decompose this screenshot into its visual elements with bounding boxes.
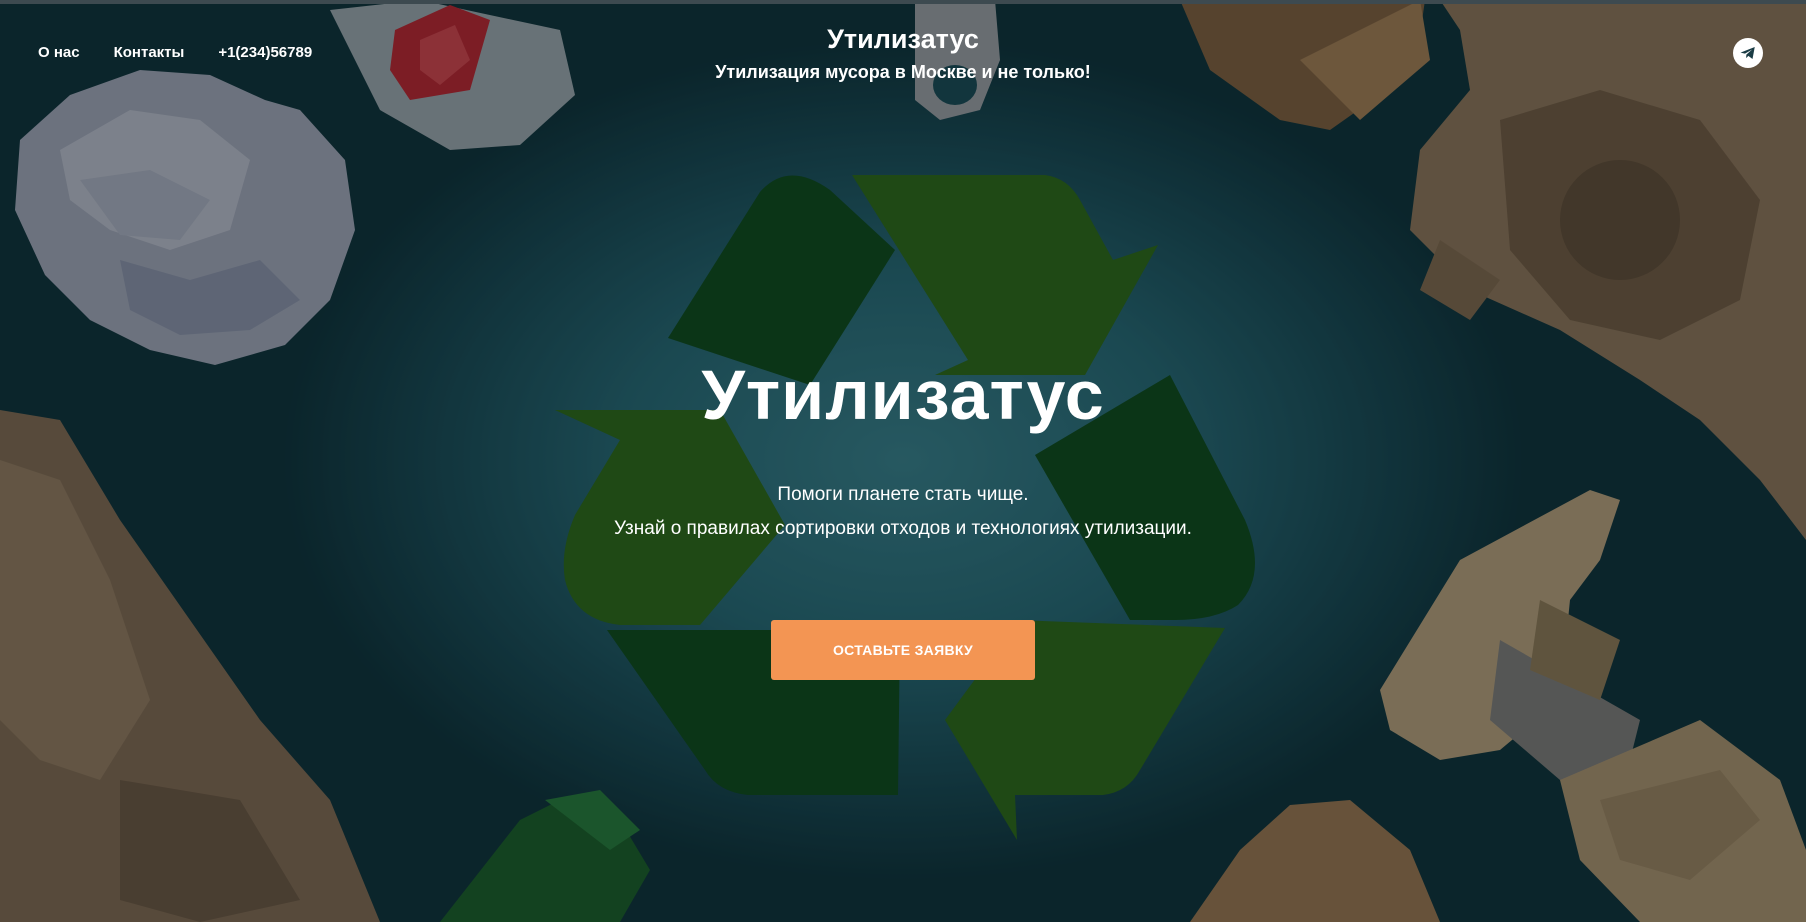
hero-tagline: Помоги планете стать чище. [777, 484, 1029, 505]
hero-section [0, 0, 1806, 922]
top-border-line [0, 0, 1806, 4]
telegram-icon [1740, 47, 1755, 59]
recycle-symbol-icon [555, 175, 1255, 840]
site-subtitle: Утилизация мусора в Москве и не только! [715, 62, 1091, 82]
submit-request-button[interactable]: ОСТАВЬТЕ ЗАЯВКУ [771, 620, 1035, 680]
hero-title: Утилизатус [701, 356, 1105, 434]
telegram-button[interactable] [1733, 38, 1763, 68]
site-title[interactable]: Утилизатус [0, 24, 1806, 55]
hero-description: Узнай о правилах сортировки отходов и те… [614, 518, 1192, 539]
